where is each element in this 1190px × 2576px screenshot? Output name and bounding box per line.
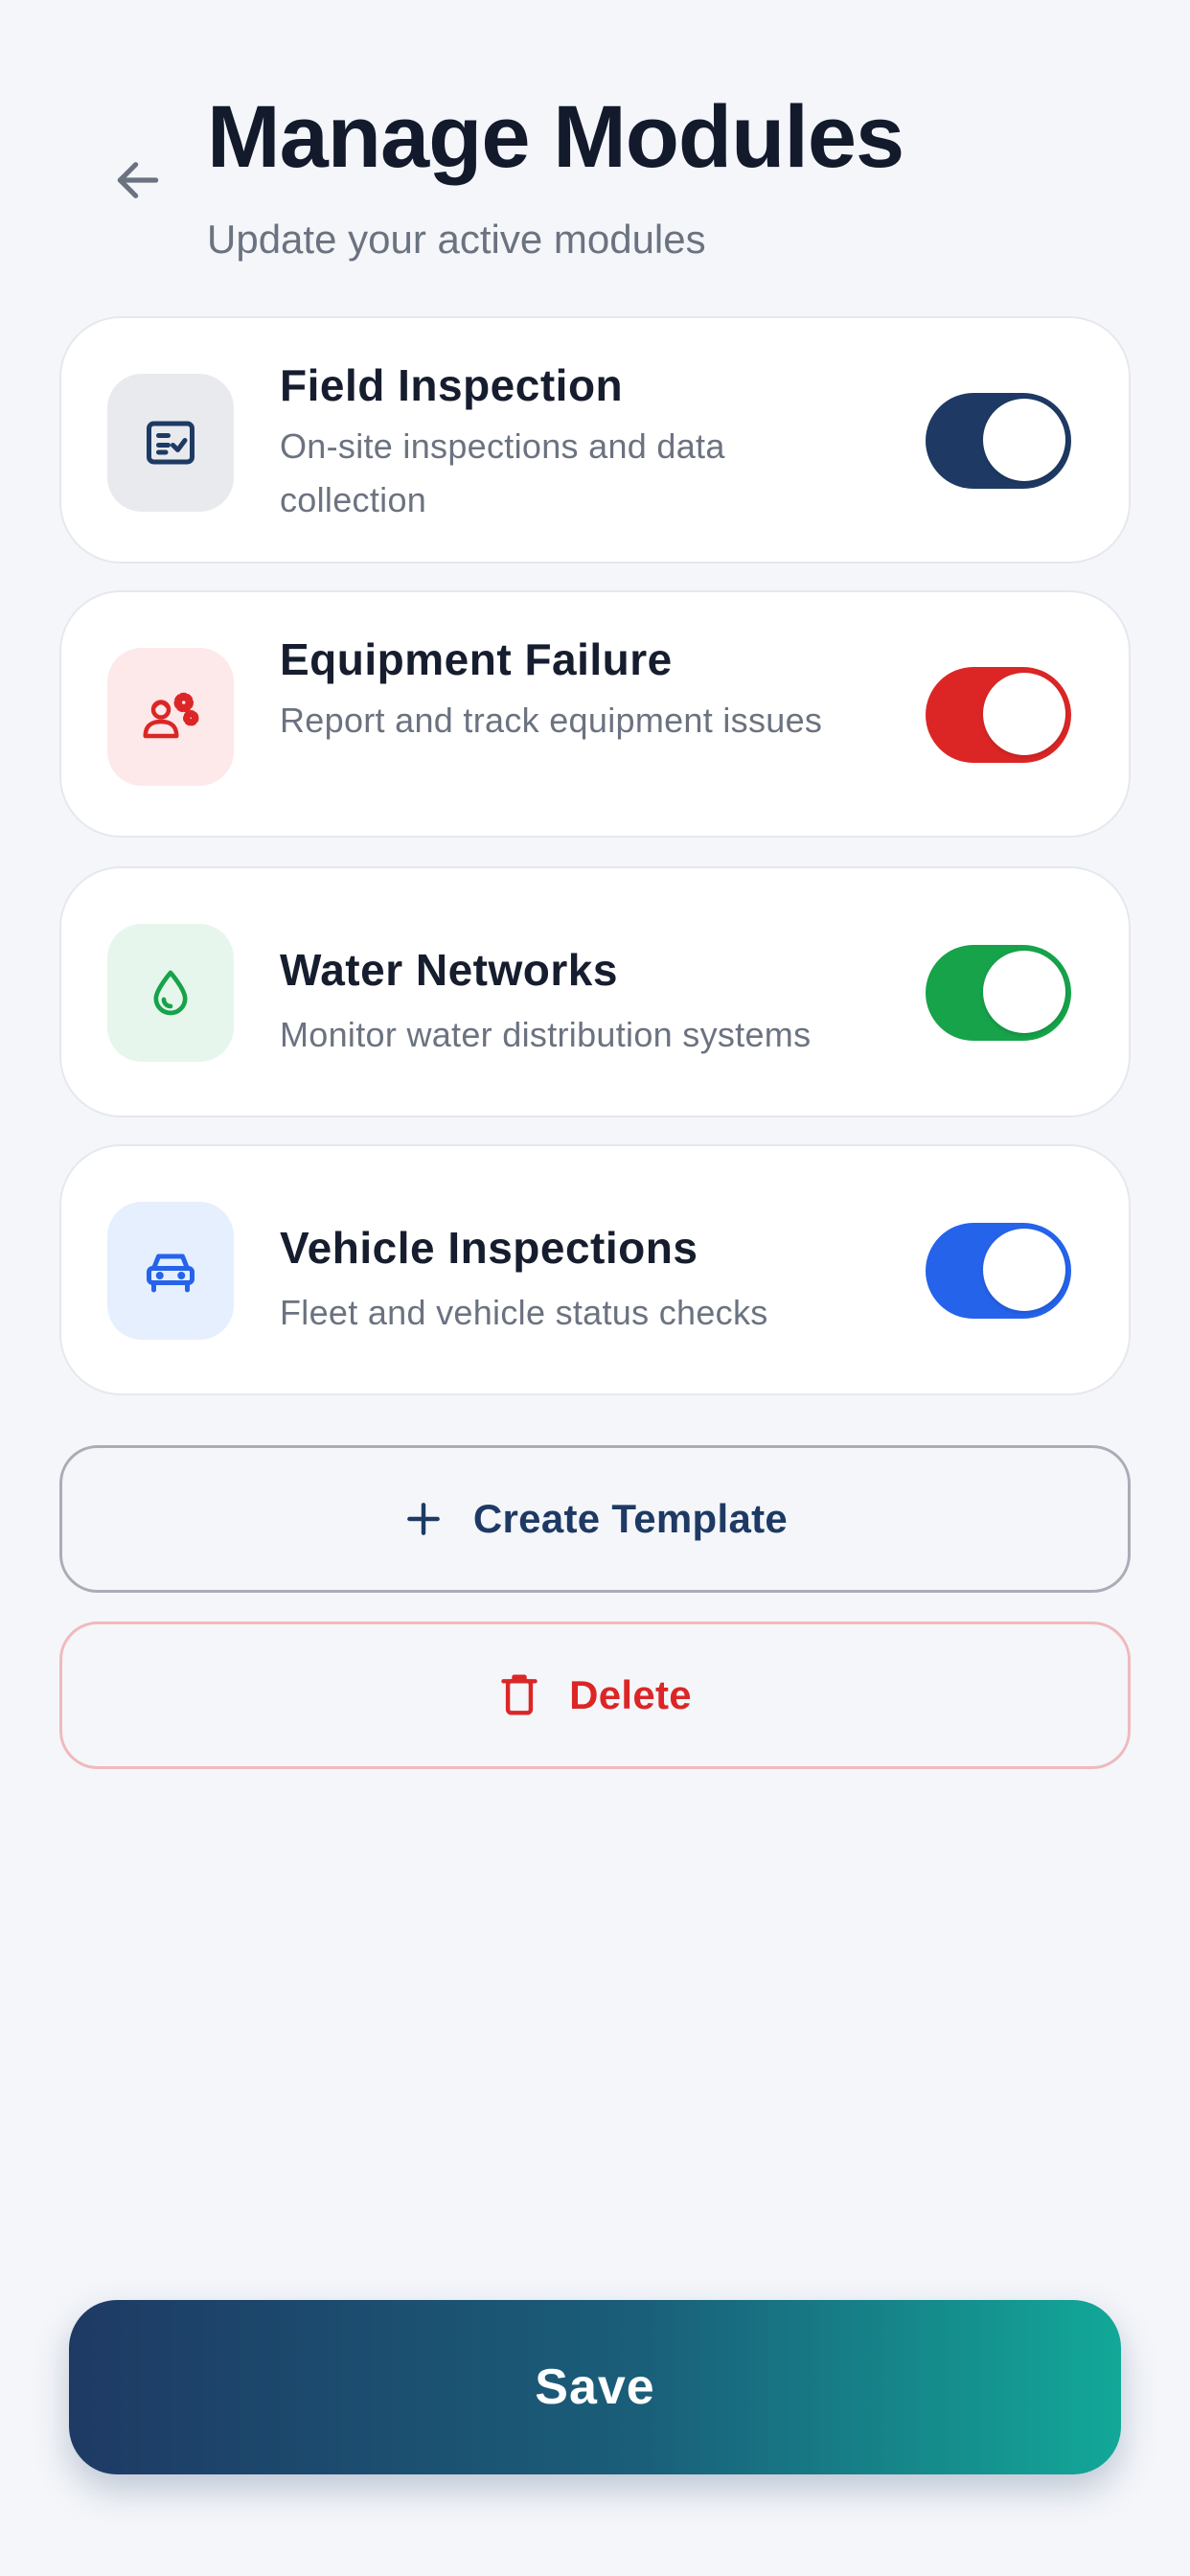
module-toggle-field-inspection[interactable] <box>926 393 1071 489</box>
module-card-water-networks: Water Networks Monitor water distributio… <box>59 866 1131 1117</box>
page-title: Manage Modules <box>207 88 904 186</box>
delete-label: Delete <box>569 1672 692 1717</box>
module-icon-box <box>107 924 234 1062</box>
module-description: Fleet and vehicle status checks <box>280 1293 768 1332</box>
module-title: Equipment Failure <box>280 634 673 684</box>
module-description: Report and track equipment issues <box>280 701 823 740</box>
delete-button[interactable]: Delete <box>59 1622 1131 1769</box>
module-icon-box <box>107 648 234 786</box>
save-label: Save <box>535 2359 655 2415</box>
plus-icon <box>402 1498 445 1540</box>
module-icon-box <box>107 374 234 512</box>
header: Manage Modules Update your active module… <box>0 0 1190 288</box>
module-title: Water Networks <box>280 945 618 995</box>
module-description: Monitor water distribution systems <box>280 1015 812 1054</box>
checklist-icon <box>147 421 195 465</box>
module-card-equipment-failure: Equipment Failure Report and track equip… <box>59 590 1131 838</box>
car-icon <box>147 1254 195 1293</box>
create-template-button[interactable]: Create Template <box>59 1445 1131 1593</box>
arrow-left-icon <box>117 162 159 198</box>
toggle-knob <box>983 399 1065 481</box>
module-toggle-water-networks[interactable] <box>926 945 1071 1041</box>
trash-icon <box>498 1672 540 1718</box>
back-button[interactable] <box>100 142 176 218</box>
module-title: Vehicle Inspections <box>280 1223 698 1273</box>
toggle-knob <box>983 673 1065 755</box>
module-card-vehicle-inspections: Vehicle Inspections Fleet and vehicle st… <box>59 1144 1131 1395</box>
toggle-knob <box>983 951 1065 1033</box>
page-subtitle: Update your active modules <box>207 217 706 262</box>
module-card-field-inspection: Field Inspection On-site inspections and… <box>59 316 1131 564</box>
module-icon-box <box>107 1202 234 1340</box>
create-template-label: Create Template <box>472 1496 789 1541</box>
module-description: On-site inspections and data collection <box>280 426 725 519</box>
module-toggle-equipment-failure[interactable] <box>926 667 1071 763</box>
toggle-knob <box>983 1229 1065 1311</box>
module-toggle-vehicle-inspections[interactable] <box>926 1223 1071 1319</box>
worker-gears-icon <box>143 692 199 739</box>
module-title: Field Inspection <box>280 360 624 410</box>
save-button[interactable]: Save <box>69 2300 1121 2474</box>
water-drop-icon <box>153 970 188 1016</box>
